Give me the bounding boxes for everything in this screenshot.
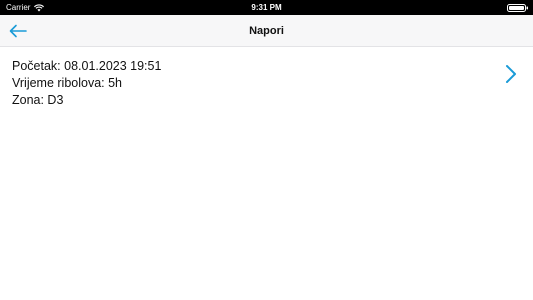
navigation-bar: Napori (0, 15, 533, 47)
fishing-duration-label: Vrijeme ribolova: 5h (12, 76, 123, 90)
status-bar: Carrier 9:31 PM (0, 0, 533, 15)
battery-icon (507, 4, 528, 12)
list-item[interactable]: Početak: 08.01.2023 19:51 Vrijeme ribolo… (0, 47, 533, 117)
status-time: 9:31 PM (251, 3, 282, 12)
chevron-right-icon (506, 65, 516, 83)
zone-label: Zona: D3 (12, 93, 64, 107)
page-title: Napori (249, 25, 284, 37)
list-item-text: Početak: 08.01.2023 19:51 Vrijeme ribolo… (12, 58, 161, 109)
start-time-label: Početak: 08.01.2023 19:51 (12, 59, 162, 73)
